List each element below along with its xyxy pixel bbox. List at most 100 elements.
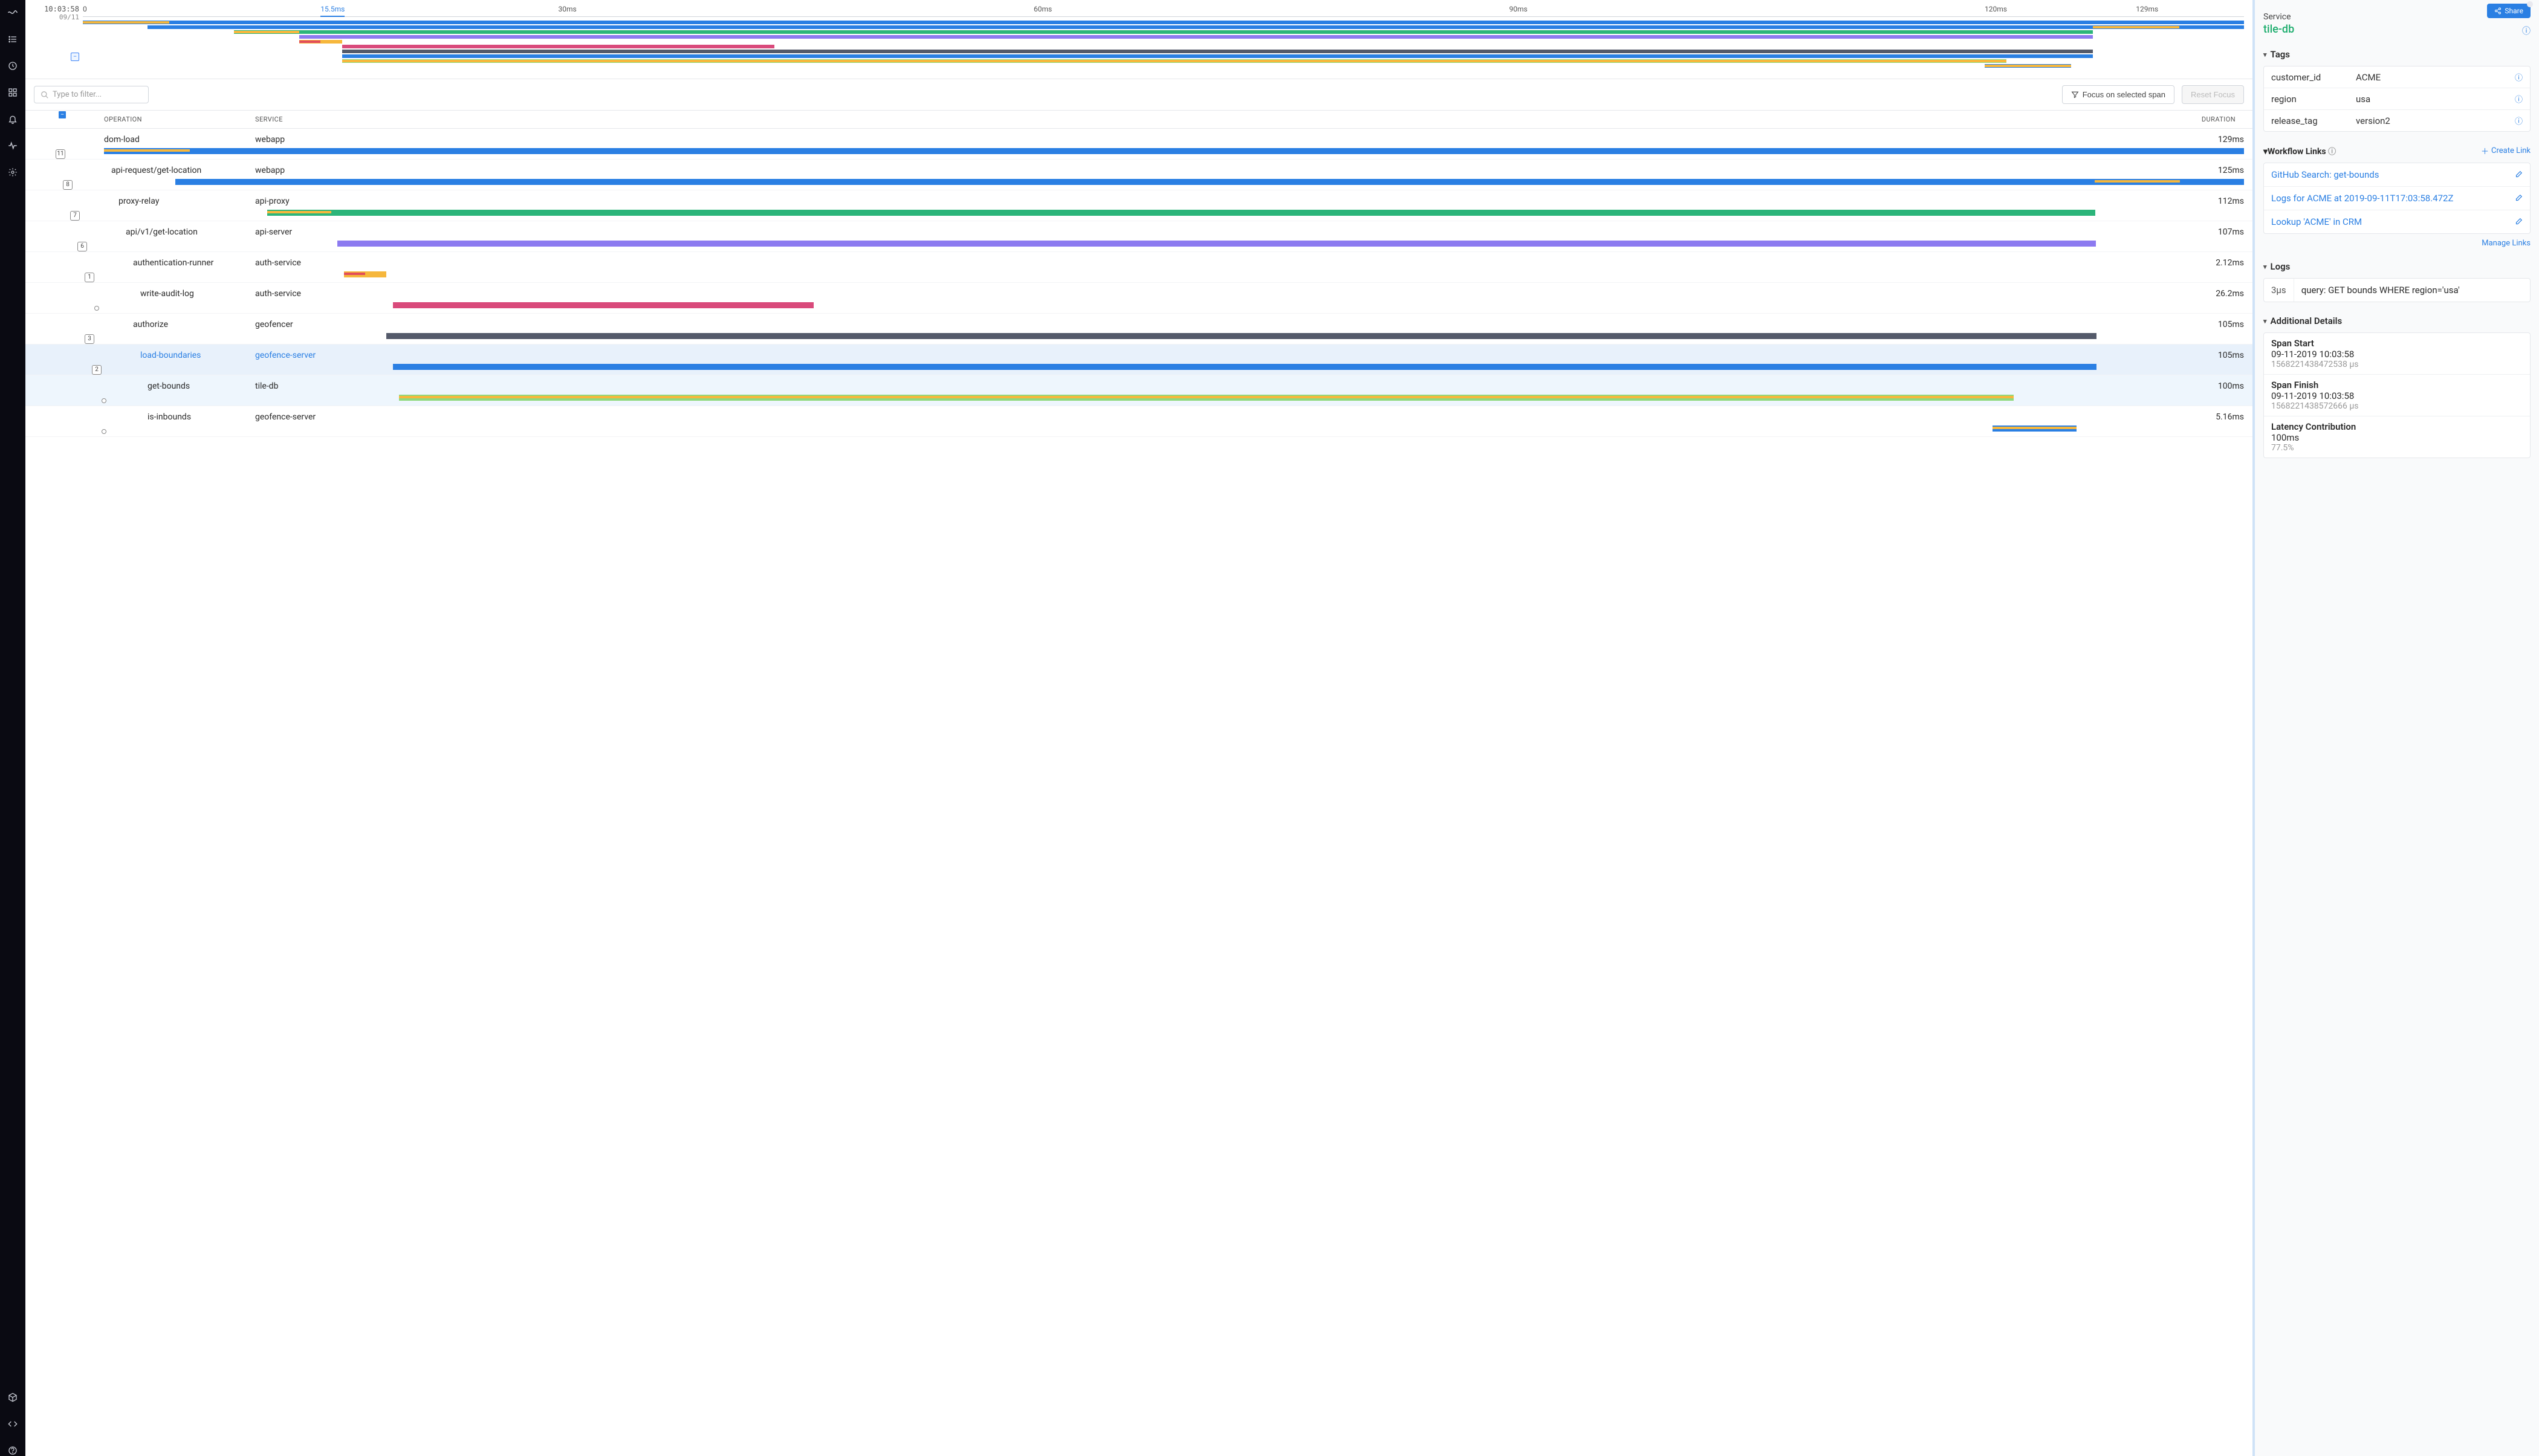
help-icon[interactable] [7, 1445, 18, 1456]
child-count-badge[interactable]: 11 [56, 149, 65, 159]
create-link-button[interactable]: ＋Create Link [2481, 145, 2531, 157]
span-row[interactable]: get-boundstile-db100ms [25, 375, 2252, 406]
child-count-badge[interactable]: 8 [63, 180, 73, 190]
workflow-link[interactable]: Logs for ACME at 2019-09-11T17:03:58.472… [2271, 193, 2453, 204]
info-icon[interactable]: ⓘ [2515, 71, 2523, 83]
tag-value: version2 [2356, 115, 2515, 126]
minimap-bars[interactable] [83, 17, 2244, 71]
grid-icon[interactable] [7, 87, 18, 98]
span-operation: get-bounds [62, 381, 255, 391]
edit-icon[interactable] [2514, 170, 2523, 179]
overview-bar [234, 30, 2093, 34]
overview-bar-inner [2093, 26, 2179, 28]
span-duration: 105ms [2202, 351, 2244, 360]
cube-icon[interactable] [7, 1392, 18, 1403]
trace-view: 10:03:58 09/11 − 030ms60ms90ms120ms129ms… [25, 0, 2255, 1456]
span-bar-inner [344, 273, 365, 275]
span-operation: proxy-relay [62, 196, 255, 206]
additional-details-header[interactable]: ▾Additional Details [2263, 315, 2531, 326]
ruler-marker[interactable]: 15.5ms [320, 5, 345, 17]
span-duration: 107ms [2202, 227, 2244, 237]
detail-line: 100ms [2271, 432, 2523, 443]
filter-toolbar: Type to filter... Focus on selected span… [25, 79, 2252, 111]
col-service: SERVICE [255, 115, 2196, 123]
span-bar-inner [267, 211, 331, 213]
manage-links-button[interactable]: Manage Links [2263, 239, 2531, 248]
col-duration: DURATION [2196, 115, 2244, 123]
span-list: dom-loadwebapp129ms11api-request/get-loc… [25, 129, 2252, 1456]
child-count-badge[interactable]: 7 [70, 211, 80, 221]
span-service: auth-service [255, 258, 2202, 268]
tag-key: region [2271, 94, 2356, 105]
child-count-badge[interactable]: 1 [85, 273, 94, 282]
span-table-header: OPERATION SERVICE DURATION [25, 111, 2252, 129]
child-count-badge[interactable]: 6 [77, 242, 87, 251]
span-duration: 129ms [2202, 135, 2244, 144]
span-row[interactable]: authorizegeofencer105ms3 [25, 314, 2252, 345]
span-duration: 125ms [2202, 166, 2244, 175]
tag-row[interactable]: regionusaⓘ [2264, 88, 2530, 110]
log-entry[interactable]: 3µs query: GET bounds WHERE region='usa' [2263, 278, 2531, 302]
heartbeat-icon[interactable] [7, 140, 18, 151]
workflow-links-header[interactable]: ▾Workflow Links ⓘ [2263, 145, 2336, 157]
workflow-link-row: GitHub Search: get-bounds [2264, 163, 2530, 187]
workflow-link[interactable]: Lookup 'ACME' in CRM [2271, 216, 2362, 227]
detail-title: Latency Contribution [2271, 421, 2523, 432]
child-count-badge[interactable]: 3 [85, 334, 94, 344]
tags-header[interactable]: ▾Tags [2263, 49, 2531, 60]
span-duration: 5.16ms [2202, 412, 2244, 422]
tag-key: release_tag [2271, 115, 2356, 126]
span-row[interactable]: load-boundariesgeofence-server105ms2 [25, 345, 2252, 375]
edit-icon[interactable] [2514, 194, 2523, 202]
reset-focus-button[interactable]: Reset Focus [2182, 85, 2244, 104]
leaf-dot [102, 429, 106, 434]
child-count-badge[interactable]: 2 [92, 365, 102, 375]
edit-icon[interactable] [2514, 218, 2523, 226]
logo-icon[interactable] [7, 7, 18, 18]
span-bar-inner [1993, 427, 2077, 429]
tag-row[interactable]: customer_idACMEⓘ [2264, 66, 2530, 88]
list-icon[interactable] [7, 34, 18, 45]
code-icon[interactable] [7, 1419, 18, 1429]
gear-icon[interactable] [7, 167, 18, 178]
share-button[interactable]: Share [2487, 4, 2531, 18]
detail-title: Span Start [2271, 338, 2523, 349]
funnel-icon [2071, 91, 2079, 99]
span-duration: 112ms [2202, 196, 2244, 206]
span-row[interactable]: write-audit-logauth-service26.2ms [25, 283, 2252, 314]
time-ruler[interactable]: 030ms60ms90ms120ms129ms15.5ms [83, 2, 2244, 17]
minimap-collapse-toggle[interactable]: − [71, 53, 79, 61]
span-duration: 100ms [2202, 381, 2244, 391]
span-operation: write-audit-log [62, 289, 255, 299]
info-icon[interactable]: ⓘ [2515, 115, 2523, 126]
tag-row[interactable]: release_tagversion2ⓘ [2264, 110, 2530, 131]
bell-icon[interactable] [7, 114, 18, 125]
span-service: tile-db [255, 381, 2202, 391]
info-icon[interactable]: ⓘ [2522, 25, 2531, 37]
workflow-links-list: GitHub Search: get-bounds Logs for ACME a… [2263, 163, 2531, 234]
workflow-link-row: Logs for ACME at 2019-09-11T17:03:58.472… [2264, 187, 2530, 210]
logs-header[interactable]: ▾Logs [2263, 261, 2531, 272]
span-row[interactable]: api-request/get-locationwebapp125ms8 [25, 160, 2252, 190]
overview-bar [342, 54, 2093, 58]
info-icon[interactable]: ⓘ [2328, 147, 2336, 157]
overview-bar-inner [342, 60, 2006, 62]
workflow-link[interactable]: GitHub Search: get-bounds [2271, 169, 2379, 180]
notification-dot [2527, 1, 2533, 7]
span-service: api-proxy [255, 196, 2202, 206]
log-message: query: GET bounds WHERE region='usa' [2294, 279, 2467, 302]
span-operation: api/v1/get-location [62, 227, 255, 237]
ruler-tick: 0 [83, 5, 87, 13]
span-row[interactable]: dom-loadwebapp129ms11 [25, 129, 2252, 160]
tag-value: ACME [2356, 72, 2515, 83]
span-row[interactable]: api/v1/get-locationapi-server107ms6 [25, 221, 2252, 252]
collapse-all-toggle[interactable]: − [58, 111, 66, 119]
filter-input[interactable]: Type to filter... [34, 86, 149, 103]
info-icon[interactable]: ⓘ [2515, 93, 2523, 105]
span-row[interactable]: authentication-runnerauth-service2.12ms1 [25, 252, 2252, 283]
span-row[interactable]: is-inboundsgeofence-server5.16ms [25, 406, 2252, 437]
overview-bar [299, 35, 2093, 39]
clock-icon[interactable] [7, 60, 18, 71]
span-row[interactable]: proxy-relayapi-proxy112ms 7 [25, 190, 2252, 221]
focus-span-button[interactable]: Focus on selected span [2062, 85, 2174, 104]
